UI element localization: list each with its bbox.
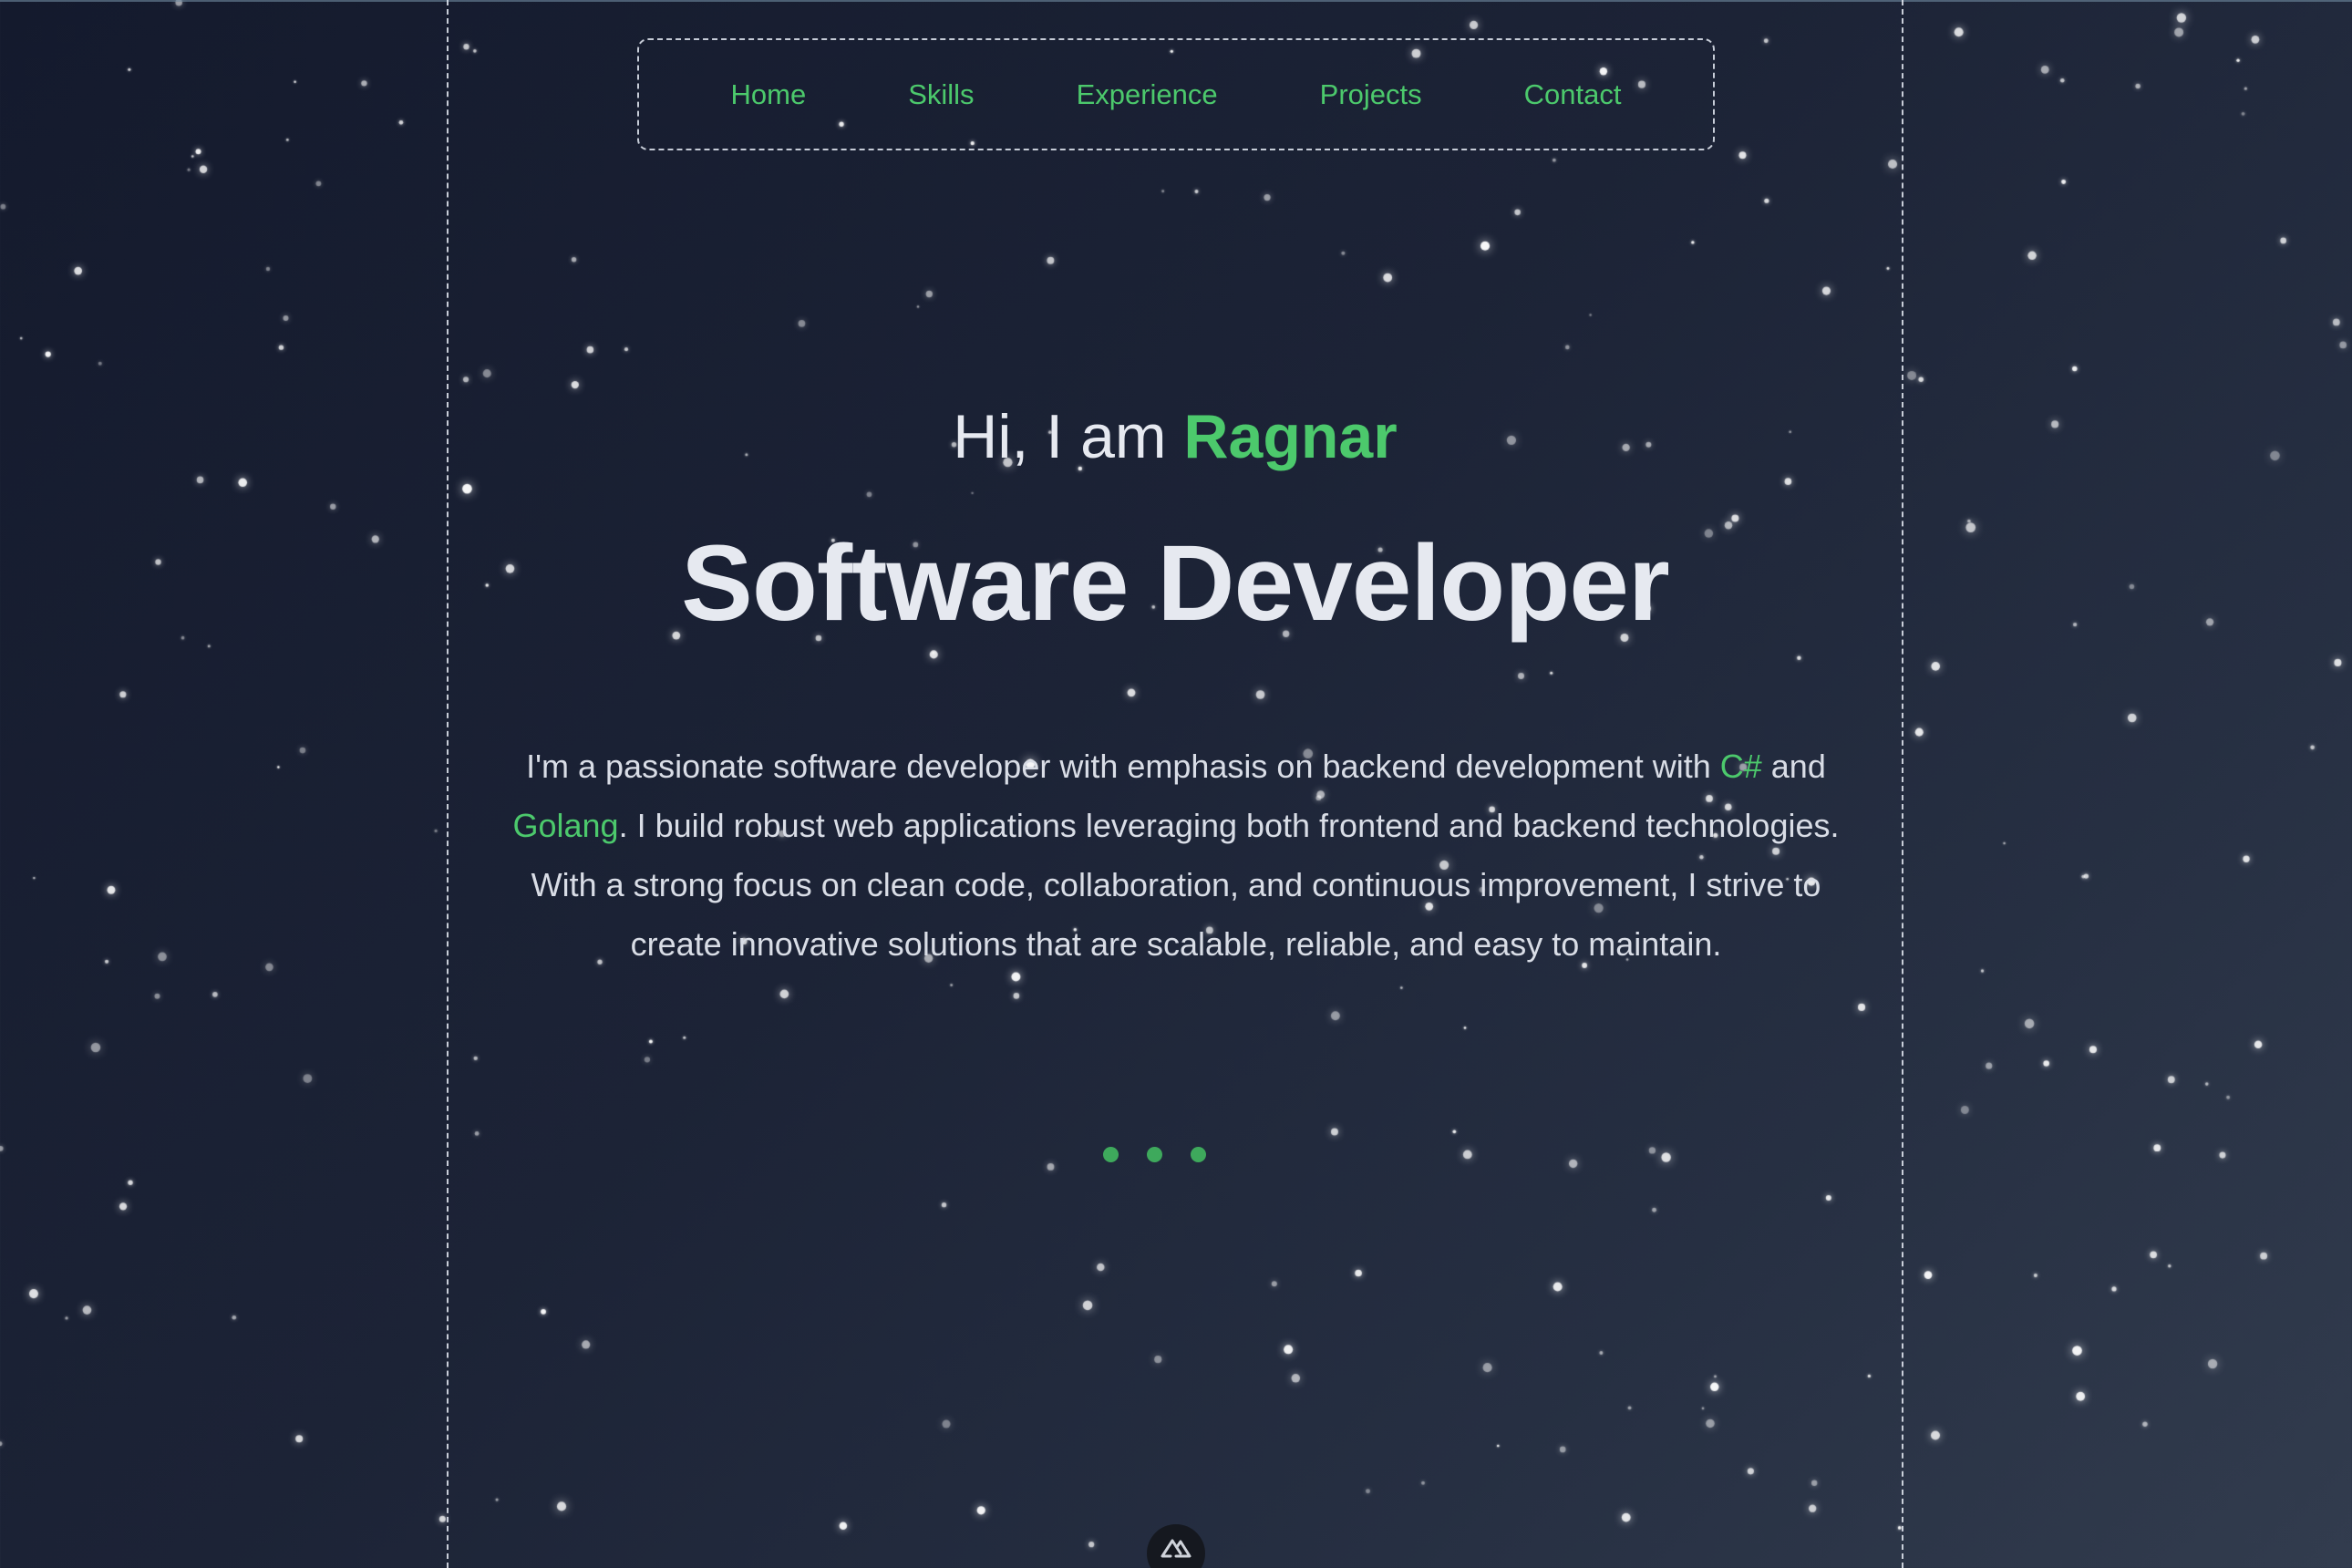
- hero-greeting: Hi, I am Ragnar: [447, 406, 1903, 468]
- loading-dot: [1103, 1147, 1119, 1162]
- hero-title: Software Developer: [681, 523, 1670, 644]
- hero-bio: I'm a passionate software developer with…: [511, 737, 1841, 974]
- bio-language-csharp: C#: [1719, 748, 1762, 785]
- main-navigation: Home Skills Experience Projects Contact: [637, 38, 1715, 150]
- loading-dots: [1103, 1147, 1206, 1162]
- nav-skills-link[interactable]: Skills: [857, 78, 1025, 111]
- bio-language-golang: Golang: [512, 807, 619, 844]
- hero-name: Ragnar: [1183, 402, 1398, 471]
- nuxt-logo-icon: [1160, 1537, 1192, 1563]
- nav-home-link[interactable]: Home: [680, 78, 858, 111]
- greeting-prefix: Hi, I am: [953, 402, 1184, 471]
- nav-projects-link[interactable]: Projects: [1269, 78, 1473, 111]
- bio-text-1: I'm a passionate software developer with…: [526, 748, 1720, 785]
- loading-dot: [1147, 1147, 1162, 1162]
- bio-text-2: and: [1761, 748, 1826, 785]
- loading-dot: [1191, 1147, 1206, 1162]
- bio-text-3: . I build robust web applications levera…: [531, 807, 1840, 963]
- nav-contact-link[interactable]: Contact: [1473, 78, 1673, 111]
- nav-experience-link[interactable]: Experience: [1026, 78, 1269, 111]
